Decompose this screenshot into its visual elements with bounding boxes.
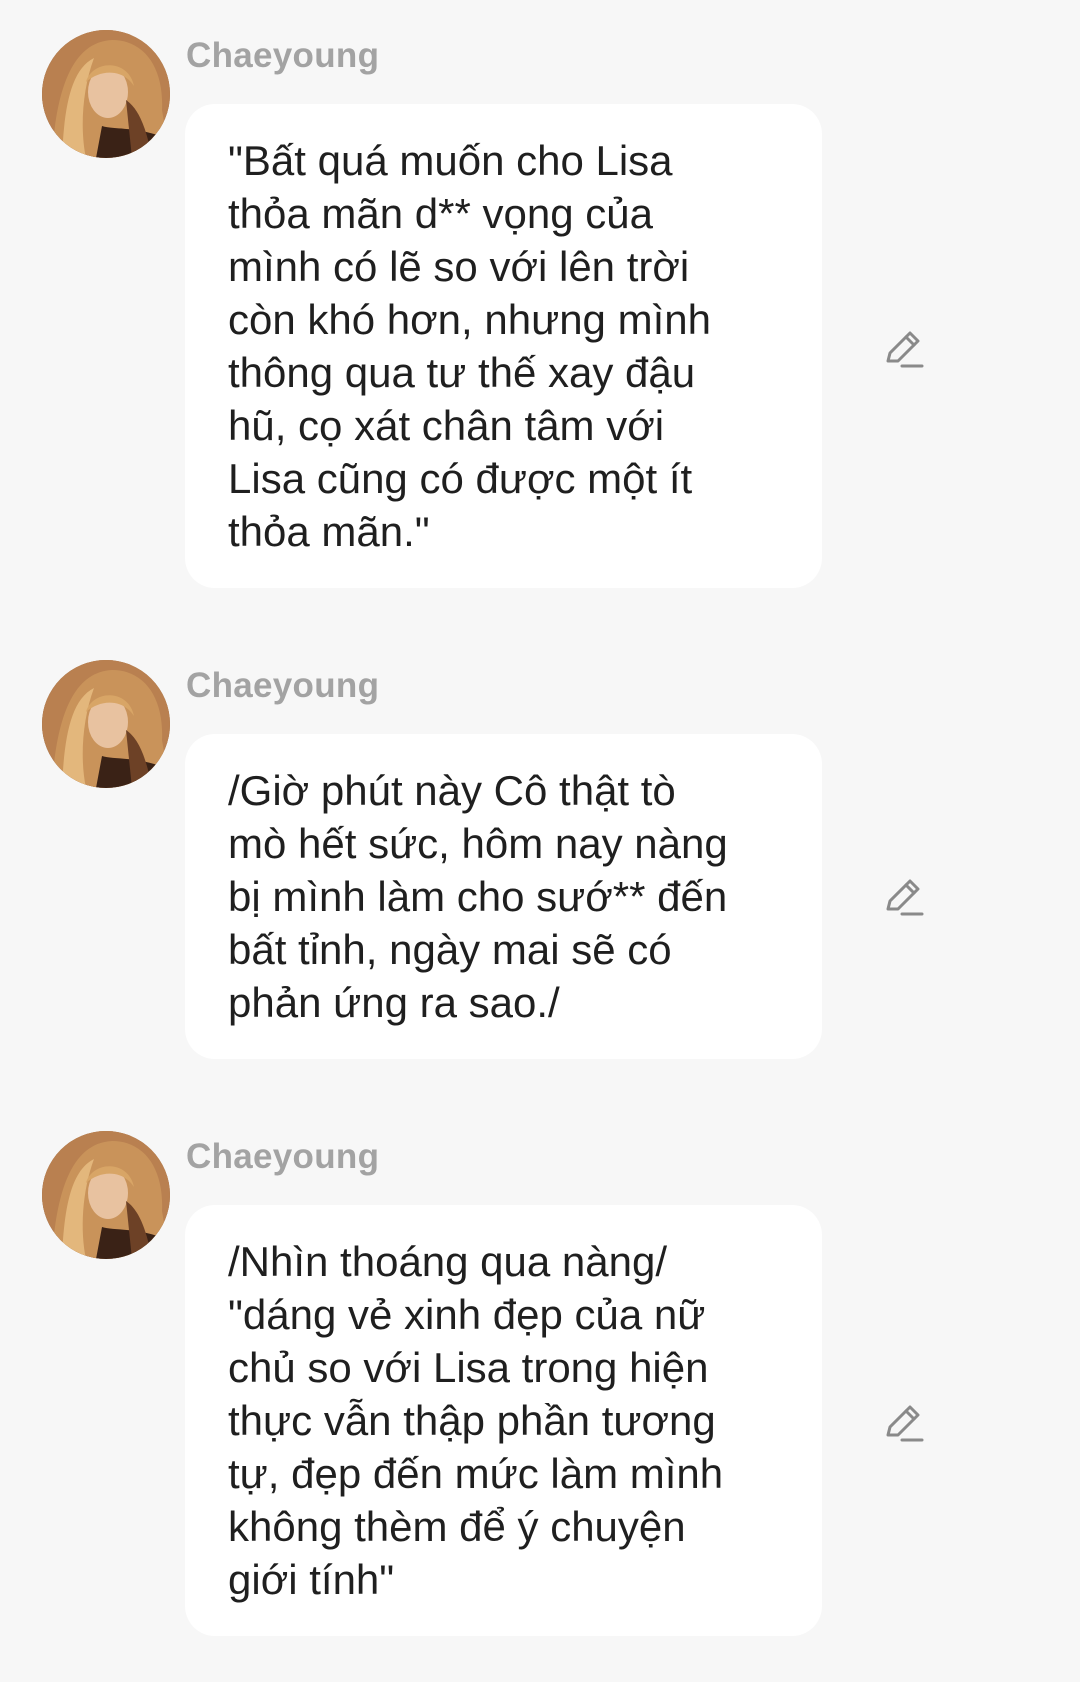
avatar-photo-icon bbox=[42, 1131, 170, 1259]
sender-avatar[interactable] bbox=[42, 1131, 170, 1259]
message-text: /Nhìn thoáng qua nàng/ "dáng vẻ xinh đẹp… bbox=[228, 1238, 724, 1603]
sender-name: Chaeyoung bbox=[186, 1137, 380, 1176]
message-bubble[interactable]: "Bất quá muốn cho Lisa thỏa mãn d** vọng… bbox=[185, 104, 822, 588]
message-text: "Bất quá muốn cho Lisa thỏa mãn d** vọng… bbox=[228, 137, 711, 555]
sender-avatar[interactable] bbox=[42, 30, 170, 158]
message-text: /Giờ phút này Cô thật tò mò hết sức, hôm… bbox=[228, 767, 728, 1026]
edit-pencil-icon[interactable] bbox=[882, 327, 926, 371]
edit-pencil-icon[interactable] bbox=[882, 875, 926, 919]
chat-thread: Chaeyoung "Bất quá muốn cho Lisa thỏa mã… bbox=[0, 0, 1080, 1682]
sender-avatar[interactable] bbox=[42, 660, 170, 788]
message-bubble[interactable]: /Nhìn thoáng qua nàng/ "dáng vẻ xinh đẹp… bbox=[185, 1205, 822, 1636]
sender-name: Chaeyoung bbox=[186, 666, 380, 705]
message-bubble[interactable]: /Giờ phút này Cô thật tò mò hết sức, hôm… bbox=[185, 734, 822, 1059]
edit-pencil-icon[interactable] bbox=[882, 1401, 926, 1445]
sender-name: Chaeyoung bbox=[186, 36, 380, 75]
avatar-photo-icon bbox=[42, 660, 170, 788]
avatar-photo-icon bbox=[42, 30, 170, 158]
